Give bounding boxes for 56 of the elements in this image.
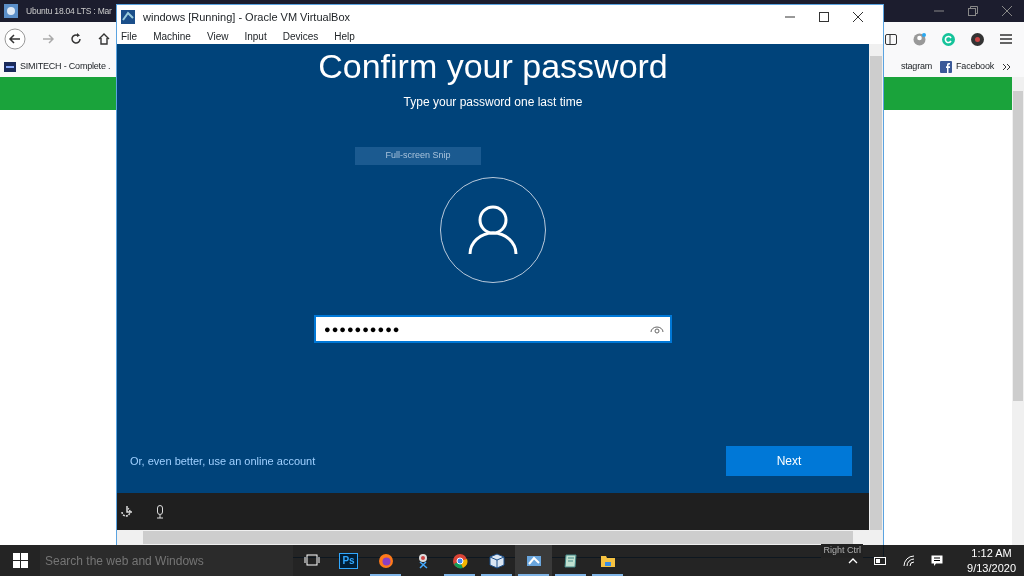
chevron-right-icon[interactable] [1002, 62, 1012, 71]
clock-date[interactable]: 9/13/2020 [967, 560, 1016, 575]
menu-icon[interactable] [1000, 34, 1012, 44]
home-icon[interactable] [98, 33, 110, 45]
tooltip: Full-screen Snip [355, 147, 481, 165]
bookmark-link[interactable]: SIMITECH - Complete . [20, 59, 111, 74]
password-field[interactable]: ●●●●●●●●●● [314, 314, 672, 343]
menu-item[interactable]: View [206, 29, 229, 44]
clock-time[interactable]: 1:12 AM [967, 546, 1016, 561]
firefox-icon [377, 552, 394, 569]
photoshop-icon: Ps [339, 552, 358, 569]
search-field[interactable]: Search the web and Windows [40, 545, 293, 576]
eye-icon[interactable] [650, 324, 664, 334]
extension-icon[interactable] [971, 32, 984, 46]
microphone-icon[interactable] [155, 504, 165, 519]
next-button[interactable]: Next [726, 446, 852, 476]
page-heading: Confirm your password [318, 48, 668, 86]
reload-icon[interactable] [70, 33, 82, 45]
notification-icon[interactable] [931, 554, 944, 567]
app-icon [4, 4, 18, 18]
menu-item[interactable]: Input [244, 29, 267, 44]
host-key-label: Right Ctrl [821, 544, 863, 558]
taskbar-app-button[interactable] [515, 545, 552, 576]
app-icon [121, 10, 135, 24]
task-view-icon [303, 552, 320, 569]
chevron-up-icon[interactable] [848, 557, 859, 564]
site-icon [4, 61, 16, 72]
wifi-icon[interactable] [903, 554, 916, 567]
horizontal-scrollbar[interactable] [117, 530, 883, 545]
accessibility-icon[interactable] [119, 504, 133, 519]
cube-icon [488, 552, 505, 569]
vertical-scrollbar[interactable] [869, 44, 883, 530]
window-title: windows [Running] - Oracle VM VirtualBox [143, 9, 351, 25]
bookmark-link[interactable]: Facebook [956, 59, 994, 74]
notepad-icon [562, 552, 579, 569]
menu-item[interactable]: Machine [153, 29, 191, 44]
close-icon[interactable] [853, 12, 863, 22]
menu-item[interactable]: Devices [282, 29, 319, 44]
bookmark-link[interactable]: stagram [900, 59, 933, 74]
menu-item[interactable]: Help [334, 29, 355, 44]
facebook-icon [940, 60, 953, 73]
chrome-icon [451, 552, 468, 569]
windows-logo-icon [12, 553, 28, 568]
menu-item[interactable]: File [121, 29, 138, 44]
online-account-link[interactable]: Or, even better, use an online account [130, 452, 316, 470]
scrollbar[interactable] [1012, 77, 1024, 545]
battery-icon[interactable] [874, 556, 888, 565]
sidebar-icon[interactable] [885, 33, 897, 45]
taskbar-app-button[interactable]: Ps [330, 545, 367, 576]
account-icon[interactable] [913, 32, 926, 46]
maximize-icon[interactable] [819, 12, 829, 22]
page-subheading: Type your password one last time [403, 94, 583, 112]
back-icon[interactable] [4, 28, 26, 50]
restore-icon[interactable] [968, 6, 978, 16]
user-icon [467, 204, 519, 255]
browser-window-title: Ubuntu 18.04 LTS : Mar [26, 4, 112, 18]
